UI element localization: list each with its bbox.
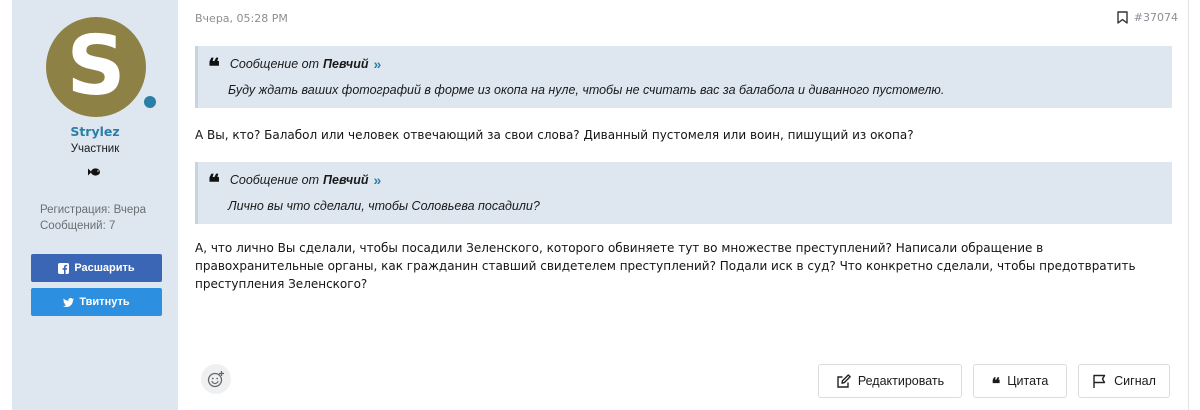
quote-prefix: Сообщение от xyxy=(229,57,320,71)
page-gutter xyxy=(1188,0,1200,410)
message-count: Сообщений: 7 xyxy=(40,220,116,232)
flag-icon xyxy=(1093,374,1106,388)
page-gutter xyxy=(0,0,12,410)
post-number[interactable]: #37074 xyxy=(1134,11,1178,24)
registration-date: Регистрация: Вчера xyxy=(40,204,147,216)
facebook-share-button[interactable]: Расшарить xyxy=(31,254,162,282)
report-button[interactable]: Сигнал xyxy=(1078,364,1170,398)
twitter-icon xyxy=(63,297,75,307)
post-paragraph: А Вы, кто? Балабол или человек отвечающи… xyxy=(195,128,914,142)
quote-block: ❝ Сообщение от Певчий » Буду ждать ваших… xyxy=(195,46,1172,108)
user-title: Участник xyxy=(70,143,120,155)
quote-text: Буду ждать ваших фотографий в форме из о… xyxy=(228,83,945,97)
message-body: Вчера, 05:28 PM #37074 ❝ Сообщение от Пе… xyxy=(178,0,1188,410)
edit-icon xyxy=(837,373,851,388)
twitter-share-button[interactable]: Твитнуть xyxy=(31,288,162,316)
jump-to-quote-icon[interactable]: » xyxy=(373,172,381,188)
post-paragraph: А, что лично Вы сделали, чтобы посадили … xyxy=(195,241,1136,291)
quote-block: ❝ Сообщение от Певчий » Лично вы что сде… xyxy=(195,162,1172,224)
edit-label: Редактировать xyxy=(857,374,945,388)
report-label: Сигнал xyxy=(1114,374,1156,388)
quote-label: Цитата xyxy=(1007,374,1049,388)
username-link[interactable]: Strylez xyxy=(12,124,178,139)
quote-text: Лично вы что сделали, чтобы Соловьева по… xyxy=(228,199,540,213)
quote-icon: ❝ xyxy=(991,374,1001,393)
quote-author[interactable]: Певчий xyxy=(323,57,368,71)
smiley-plus-icon xyxy=(207,371,224,388)
post-permalink[interactable]: #37074 xyxy=(1117,11,1178,24)
bookmark-icon[interactable] xyxy=(1117,11,1128,24)
quote-button[interactable]: ❝ Цитата xyxy=(973,364,1067,398)
post-date[interactable]: Вчера, 05:28 PM xyxy=(195,12,288,25)
facebook-icon xyxy=(58,262,70,274)
add-reaction-button[interactable] xyxy=(201,364,231,394)
edit-button[interactable]: Редактировать xyxy=(818,364,962,398)
quote-author[interactable]: Певчий xyxy=(323,173,368,187)
quote-header: ❝ Сообщение от Певчий » xyxy=(208,170,381,196)
facebook-share-label: Расшарить xyxy=(74,262,135,274)
twitter-share-label: Твитнуть xyxy=(79,296,130,308)
avatar[interactable]: S xyxy=(46,17,146,117)
online-status-dot xyxy=(141,93,159,111)
jump-to-quote-icon[interactable]: » xyxy=(373,56,381,72)
quote-marks-icon: ❝ xyxy=(208,170,220,196)
quote-header: ❝ Сообщение от Певчий » xyxy=(208,54,381,80)
quote-prefix: Сообщение от xyxy=(229,173,320,187)
fish-icon xyxy=(88,168,100,176)
quote-marks-icon: ❝ xyxy=(208,54,220,80)
user-sidebar: S Strylez Участник Регистрация: Вчера Со… xyxy=(12,0,178,410)
